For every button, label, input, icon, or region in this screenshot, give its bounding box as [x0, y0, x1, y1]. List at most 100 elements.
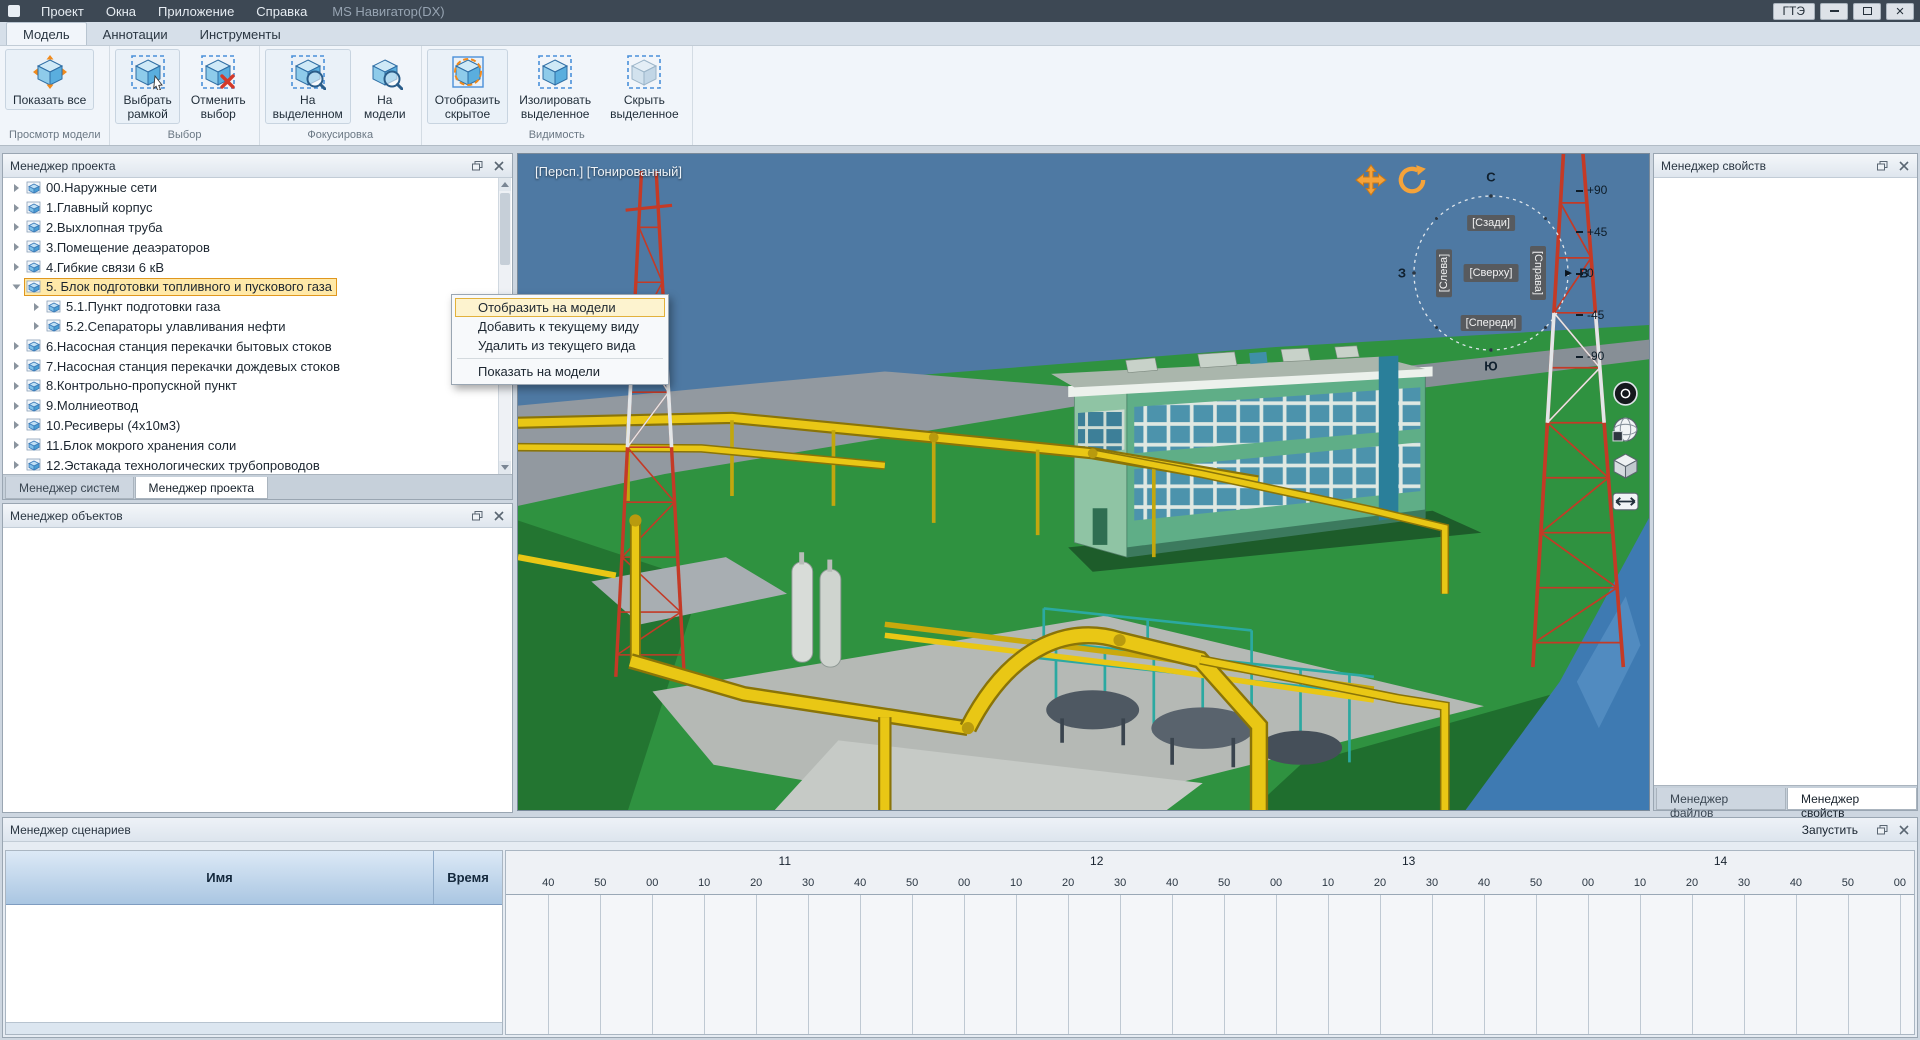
scroll-up-icon[interactable] [499, 178, 511, 191]
chevron-icon[interactable] [8, 402, 24, 410]
float-panel-icon[interactable] [1876, 160, 1889, 172]
fit-width-icon[interactable] [1612, 488, 1639, 515]
tree-item[interactable]: 11.Блок мокрого хранения соли [4, 435, 498, 455]
chevron-icon[interactable] [8, 382, 24, 390]
close-panel-icon[interactable] [492, 510, 505, 522]
view-sphere-icon[interactable] [1612, 416, 1639, 443]
context-menu-item[interactable]: Показать на модели [455, 362, 665, 381]
compass-north-label[interactable]: С [1486, 170, 1495, 185]
scroll-down-icon[interactable] [499, 461, 511, 474]
column-header-name[interactable]: Имя [6, 851, 434, 904]
close-panel-icon[interactable] [1897, 160, 1910, 172]
orbit-ball-icon[interactable] [1612, 380, 1639, 407]
close-panel-icon[interactable] [1897, 824, 1910, 836]
panel-tab[interactable]: Менеджер свойств [1787, 788, 1917, 810]
chevron-icon[interactable] [28, 303, 44, 311]
compass-face-back[interactable]: [Сзади] [1467, 215, 1515, 231]
chevron-icon[interactable] [8, 204, 24, 212]
compass-face-front[interactable]: [Спереди] [1461, 315, 1522, 331]
compass-tilt-scale[interactable]: +90+450-45-90 [1576, 184, 1622, 362]
tree-item[interactable]: 5.2.Сепараторы улавливания нефти [4, 317, 498, 337]
tree-item[interactable]: 9.Молниеотвод [4, 396, 498, 416]
chevron-icon[interactable] [8, 263, 24, 271]
chevron-icon[interactable] [8, 243, 24, 251]
profile-button[interactable]: ГТЭ [1773, 3, 1815, 20]
panel-tab[interactable]: Менеджер проекта [135, 477, 269, 499]
compass-west-label[interactable]: З [1398, 266, 1406, 281]
scenario-timeline[interactable]: 11121314 4050001020304050001020304050001… [505, 850, 1915, 1035]
close-button[interactable] [1886, 3, 1914, 20]
chevron-icon[interactable] [8, 223, 24, 231]
ribbon-group-label: Выбор [115, 126, 253, 145]
view-cube-icon[interactable] [1612, 452, 1639, 479]
menu-item[interactable]: Проект [30, 2, 95, 21]
tree-item[interactable]: 00.Наружные сети [4, 178, 498, 198]
ribbon-button[interactable]: Отменить выбор [183, 49, 254, 124]
ribbon-button[interactable]: На модели [354, 49, 416, 124]
ribbon-tab[interactable]: Модель [6, 22, 87, 45]
tree-item[interactable]: 10.Ресиверы (4х10м3) [4, 416, 498, 436]
menu-item[interactable]: Окна [95, 2, 147, 21]
ribbon-button[interactable]: Показать все [5, 49, 94, 110]
model-node-icon [26, 180, 42, 196]
panel-tab[interactable]: Менеджер систем [5, 477, 134, 499]
chevron-icon[interactable] [8, 283, 24, 291]
context-menu-item[interactable]: Удалить из текущего вида [455, 336, 665, 355]
chevron-icon[interactable] [8, 342, 24, 350]
minute-tick-label: 00 [958, 877, 970, 889]
column-header-time[interactable]: Время [434, 851, 502, 904]
chevron-icon[interactable] [8, 184, 24, 192]
panel-tab[interactable]: Менеджер файлов [1656, 788, 1786, 810]
compass-face-right[interactable]: [Справа] [1530, 246, 1546, 300]
chevron-icon[interactable] [8, 362, 24, 370]
chevron-icon[interactable] [8, 441, 24, 449]
context-menu-item[interactable]: Добавить к текущему виду [455, 317, 665, 336]
timeline-grid[interactable] [506, 895, 1914, 1034]
minute-tick-label: 00 [646, 877, 658, 889]
minute-tick-label: 40 [542, 877, 554, 889]
chevron-icon[interactable] [8, 421, 24, 429]
chevron-icon[interactable] [28, 322, 44, 330]
float-panel-icon[interactable] [471, 510, 484, 522]
model-node-icon [26, 259, 42, 275]
menu-item[interactable]: Справка [245, 2, 318, 21]
tree-item[interactable]: 1.Главный корпус [4, 198, 498, 218]
tree-item[interactable]: 12.Эстакада технологических трубопроводо… [4, 455, 498, 474]
minimize-button[interactable] [1820, 3, 1848, 20]
compass-south-label[interactable]: Ю [1484, 359, 1497, 374]
tree-item[interactable]: 4.Гибкие связи 6 кВ [4, 257, 498, 277]
compass-face-top[interactable]: [Сверху] [1464, 264, 1519, 282]
tree-item[interactable]: 5.1.Пункт подготовки газа [4, 297, 498, 317]
close-panel-icon[interactable] [492, 160, 505, 172]
tree-item[interactable]: 2.Выхлопная труба [4, 218, 498, 238]
ribbon-tab[interactable]: Инструменты [184, 23, 297, 45]
table-horizontal-scrollbar[interactable] [6, 1022, 502, 1034]
pan-tool-icon[interactable] [1355, 164, 1387, 196]
navigation-compass[interactable]: С Ю З В [Сзади] [Слева] [Сверху] [Справа… [1388, 168, 1594, 378]
scroll-thumb[interactable] [500, 193, 510, 265]
tree-item[interactable]: 3.Помещение деаэраторов [4, 237, 498, 257]
tree-item[interactable]: 5. Блок подготовки топливного и пусковог… [4, 277, 498, 297]
ribbon-button[interactable]: На выделенном [265, 49, 351, 124]
run-scenario-button[interactable]: Запустить [1802, 823, 1858, 837]
ribbon-tab[interactable]: Аннотации [87, 23, 184, 45]
maximize-button[interactable] [1853, 3, 1881, 20]
float-panel-icon[interactable] [1876, 824, 1889, 836]
ribbon-button[interactable]: Скрыть выделенное [602, 49, 687, 124]
viewport-3d[interactable]: [Персп.] [Тонированный] С Ю З В [Сзади] … [517, 153, 1650, 811]
ribbon-button-label: Отобразить скрытое [435, 93, 500, 121]
chevron-icon[interactable] [8, 461, 24, 469]
tree-item[interactable]: 6.Насосная станция перекачки бытовых сто… [4, 336, 498, 356]
tree-item[interactable]: 7.Насосная станция перекачки дождевых ст… [4, 356, 498, 376]
ribbon-button[interactable]: Отобразить скрытое [427, 49, 508, 124]
context-menu-item[interactable]: Отобразить на модели [455, 298, 665, 317]
ribbon-button[interactable]: Изолировать выделенное [511, 49, 599, 124]
ribbon-group-label: Просмотр модели [5, 126, 104, 145]
ribbon-button[interactable]: Выбрать рамкой [115, 49, 179, 124]
compass-face-left[interactable]: [Слева] [1436, 249, 1452, 297]
ribbon-button-label: Скрыть выделенное [610, 93, 679, 121]
menu-item[interactable]: Приложение [147, 2, 245, 21]
minute-tick-label: 00 [1894, 877, 1906, 889]
float-panel-icon[interactable] [471, 160, 484, 172]
tree-item[interactable]: 8.Контрольно-пропускной пункт [4, 376, 498, 396]
